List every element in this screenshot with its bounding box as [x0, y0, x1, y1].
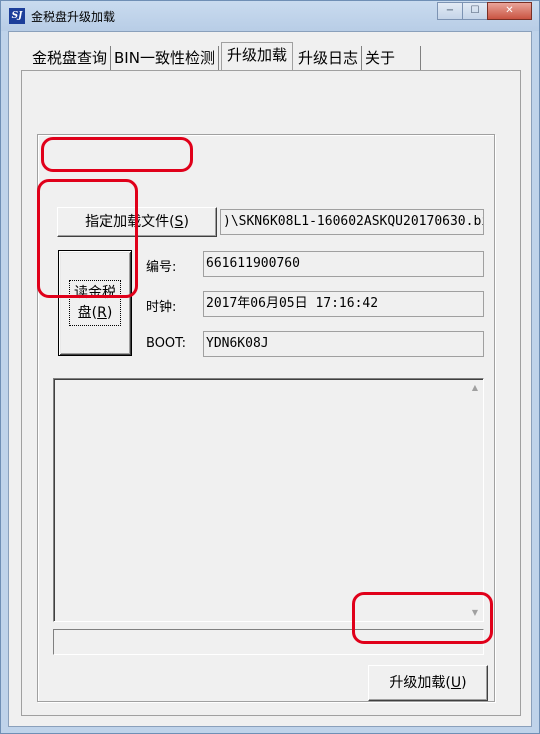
tab-query[interactable]: 金税盘查询 — [29, 46, 112, 70]
read-tax-disk-line2: 盘(R) — [77, 305, 113, 321]
close-button[interactable]: ✕ — [487, 2, 532, 20]
specify-file-label: 指定加载文件( — [85, 214, 175, 230]
serial-field[interactable]: 661611900760 — [203, 251, 484, 277]
maximize-button[interactable]: ☐ — [462, 2, 488, 20]
upgrade-load-suffix: ) — [461, 675, 467, 691]
progress-bar — [53, 629, 484, 655]
boot-field[interactable]: YDN6K08J — [203, 331, 484, 357]
file-path-field[interactable]: )\SKN6K08L1-160602ASKQU20170630.bin — [220, 209, 484, 235]
tab-bin-check[interactable]: BIN一致性检测 — [111, 46, 219, 70]
log-scrollbar[interactable]: ▲ ▼ — [467, 380, 483, 621]
app-icon: SJ — [9, 8, 25, 24]
tab-about[interactable]: 关于 — [362, 46, 421, 70]
client-area: 金税盘查询 BIN一致性检测 升级加载 升级日志 关于 指定加载文件(S) )\… — [8, 31, 532, 727]
scroll-down-icon[interactable]: ▼ — [467, 605, 483, 621]
clock-label: 时钟: — [146, 300, 177, 315]
title-bar[interactable]: SJ 金税盘升级加载 − ☐ ✕ — [1, 1, 539, 31]
specify-file-button[interactable]: 指定加载文件(S) — [57, 207, 217, 237]
tab-strip: 金税盘查询 BIN一致性检测 升级加载 升级日志 关于 — [29, 42, 421, 70]
specify-file-suffix: ) — [183, 214, 189, 230]
app-window: SJ 金税盘升级加载 − ☐ ✕ 金税盘查询 BIN一致性检测 升级加载 升级日… — [0, 0, 540, 734]
upgrade-group-box: 指定加载文件(S) )\SKN6K08L1-160602ASKQU2017063… — [37, 134, 495, 702]
read-tax-disk-button[interactable]: 读金税 盘(R) — [58, 250, 132, 356]
upgrade-load-mnemonic: U — [450, 675, 462, 691]
read-tax-disk-line1: 读金税 — [74, 285, 116, 301]
tab-upgrade-log[interactable]: 升级日志 — [295, 46, 362, 70]
clock-field[interactable]: 2017年06月05日 17:16:42 — [203, 291, 484, 317]
minimize-button[interactable]: − — [437, 2, 463, 20]
caption-buttons: − ☐ ✕ — [437, 2, 532, 21]
serial-label: 编号: — [146, 260, 177, 275]
tab-panel-upgrade-load: 指定加载文件(S) )\SKN6K08L1-160602ASKQU2017063… — [21, 70, 521, 716]
scroll-up-icon[interactable]: ▲ — [467, 380, 483, 396]
read-tax-disk-focus: 读金税 盘(R) — [69, 280, 121, 326]
upgrade-load-label: 升级加载( — [389, 675, 451, 691]
upgrade-load-button[interactable]: 升级加载(U) — [368, 665, 488, 701]
boot-label: BOOT: — [146, 336, 187, 351]
window-title: 金税盘升级加载 — [31, 10, 116, 24]
tab-upgrade-load[interactable]: 升级加载 — [220, 42, 293, 70]
log-textarea[interactable]: ▲ ▼ — [53, 378, 484, 622]
